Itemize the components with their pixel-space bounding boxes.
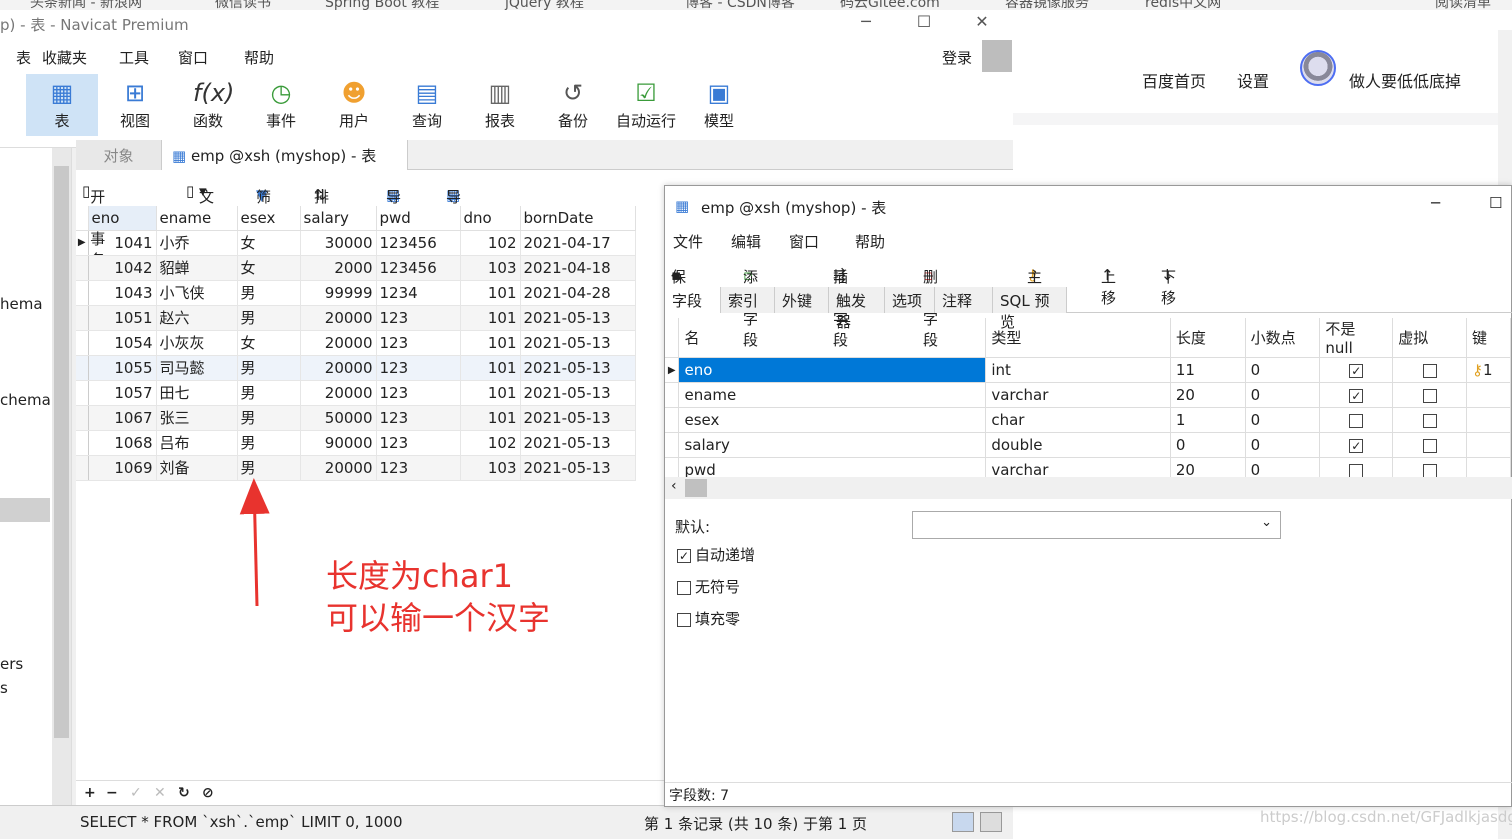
key-cell[interactable] — [1466, 407, 1511, 433]
option-checkbox-item[interactable]: 无符号 — [677, 576, 740, 597]
option-checkbox[interactable] — [677, 612, 691, 627]
design-title-bar: ▦ emp @xsh (myshop) - 表 ─ ☐ — [665, 186, 1512, 226]
not-null-checkbox[interactable]: ✓ — [1349, 363, 1364, 378]
virtual-checkbox-cell[interactable] — [1392, 382, 1468, 408]
key-cell[interactable]: ⚷1 — [1466, 357, 1511, 383]
not-null-checkbox-cell[interactable] — [1319, 407, 1394, 433]
field-length-cell[interactable]: 0 — [1170, 432, 1246, 458]
row-header[interactable] — [665, 382, 680, 408]
scroll-left-icon[interactable]: ‹ — [671, 478, 677, 494]
column-header[interactable]: 不是 null — [1319, 318, 1394, 358]
tab-options[interactable]: 选项 — [885, 287, 935, 313]
field-decimals-cell[interactable]: 0 — [1245, 382, 1321, 408]
option-checkbox-item[interactable]: ✓ 自动递增 — [677, 544, 755, 565]
field-type-cell[interactable]: double — [985, 432, 1171, 458]
key-icon: ⚷ — [1472, 361, 1484, 379]
field-count: 字段数: 7 — [669, 788, 730, 804]
maximize-icon[interactable]: ☐ — [1489, 194, 1502, 212]
field-decimals-cell[interactable]: 0 — [1245, 407, 1321, 433]
tab-comment[interactable]: 注释 — [935, 287, 993, 313]
menu-file[interactable]: 文件 — [673, 231, 703, 252]
field-row[interactable]: esex char 1 0 — [665, 407, 1511, 433]
tab-foreign-keys[interactable]: 外键 — [775, 287, 829, 313]
design-status-bar: 字段数: 7 — [665, 782, 1512, 807]
table-design-window: ▦ emp @xsh (myshop) - 表 ─ ☐ 文件 编辑 窗口 帮助 … — [664, 185, 1512, 807]
not-null-checkbox[interactable]: ✓ — [1349, 438, 1364, 453]
row-header[interactable] — [665, 432, 680, 458]
scrollbar-thumb[interactable] — [685, 479, 707, 497]
field-row[interactable]: ▶ eno int 11 0 ✓ ⚷1 — [665, 357, 1511, 383]
field-type-cell[interactable]: char — [985, 407, 1171, 433]
virtual-checkbox[interactable] — [1422, 413, 1437, 428]
virtual-checkbox[interactable] — [1422, 388, 1437, 403]
not-null-checkbox-cell[interactable]: ✓ — [1319, 357, 1394, 383]
key-order: 1 — [1483, 361, 1493, 379]
watermark: https://blog.csdn.net/GFJadlkjasdg — [1260, 808, 1512, 826]
tab-fields[interactable]: 字段 — [665, 287, 721, 313]
column-header[interactable]: 名 — [678, 318, 987, 358]
virtual-checkbox-cell[interactable] — [1392, 407, 1468, 433]
design-window-title: emp @xsh (myshop) - 表 — [701, 199, 887, 217]
annotation-arrow-up — [239, 478, 270, 607]
table-icon: ▦ — [675, 197, 690, 215]
virtual-checkbox-cell[interactable] — [1392, 432, 1468, 458]
default-label: 默认: — [675, 518, 711, 536]
field-name-cell[interactable]: ename — [678, 382, 987, 408]
row-header-corner — [665, 318, 680, 358]
field-decimals-cell[interactable]: 0 — [1245, 357, 1321, 383]
field-name-cell[interactable]: esex — [678, 407, 987, 433]
option-label: 自动递增 — [695, 546, 756, 564]
fields-horizontal-scrollbar[interactable]: ‹ — [665, 477, 1512, 499]
option-label: 填充零 — [695, 610, 741, 628]
column-header[interactable]: 类型 — [985, 318, 1171, 358]
tab-sql-preview[interactable]: SQL 预览 — [993, 287, 1067, 331]
option-checkbox[interactable]: ✓ — [677, 548, 691, 563]
field-name-cell[interactable]: eno — [678, 357, 987, 383]
not-null-checkbox[interactable] — [1349, 463, 1364, 478]
field-type-cell[interactable]: varchar — [985, 382, 1171, 408]
key-cell[interactable] — [1466, 382, 1511, 408]
field-row[interactable]: salary double 0 0 ✓ — [665, 432, 1511, 458]
option-checkbox[interactable] — [677, 580, 691, 595]
field-row[interactable]: ename varchar 20 0 ✓ — [665, 382, 1511, 408]
row-header[interactable]: ▶ — [665, 357, 680, 383]
column-header[interactable]: 虚拟 — [1392, 318, 1468, 358]
not-null-checkbox[interactable]: ✓ — [1349, 388, 1364, 403]
field-length-cell[interactable]: 1 — [1170, 407, 1246, 433]
tab-triggers[interactable]: 触发器 — [829, 287, 885, 331]
virtual-checkbox[interactable] — [1422, 463, 1437, 478]
default-value-select[interactable]: ⌄ — [912, 511, 1281, 539]
tab-indexes[interactable]: 索引 — [721, 287, 775, 313]
virtual-checkbox-cell[interactable] — [1392, 357, 1468, 383]
option-checkbox-item[interactable]: 填充零 — [677, 608, 740, 629]
column-header[interactable]: 小数点 — [1245, 318, 1321, 358]
field-length-cell[interactable]: 20 — [1170, 382, 1246, 408]
menu-help[interactable]: 帮助 — [855, 231, 885, 252]
not-null-checkbox-cell[interactable]: ✓ — [1319, 382, 1394, 408]
field-decimals-cell[interactable]: 0 — [1245, 432, 1321, 458]
design-toolbar: ▪ 保存 ▫添加字段 ⇶插入字段 ▫删除字段 ⚷ 主键 ↑ 上移 ↓ 下移 — [665, 258, 1512, 349]
menu-edit[interactable]: 编辑 — [731, 231, 761, 252]
field-type-cell[interactable]: int — [985, 357, 1171, 383]
not-null-checkbox[interactable] — [1349, 413, 1364, 428]
design-tabs: 字段 索引 外键 触发器 选项 注释 SQL 预览 — [665, 287, 1512, 331]
minimize-icon[interactable]: ─ — [1431, 194, 1440, 212]
not-null-checkbox-cell[interactable]: ✓ — [1319, 432, 1394, 458]
key-cell[interactable] — [1466, 432, 1511, 458]
field-length-cell[interactable]: 11 — [1170, 357, 1246, 383]
column-header[interactable]: 长度 — [1170, 318, 1246, 358]
row-header[interactable] — [665, 407, 680, 433]
fields-header-row: 名 类型 长度 小数点 不是 null 虚拟 键 — [665, 318, 1511, 358]
virtual-checkbox[interactable] — [1422, 438, 1437, 453]
field-name-cell[interactable]: salary — [678, 432, 987, 458]
chevron-down-icon: ⌄ — [1261, 515, 1272, 530]
fields-table: 名 类型 长度 小数点 不是 null 虚拟 键 ▶ eno int 11 0 ✓ ⚷1 en… — [665, 318, 1511, 483]
virtual-checkbox[interactable] — [1422, 363, 1437, 378]
menu-window[interactable]: 窗口 — [789, 231, 819, 252]
column-header[interactable]: 键 — [1466, 318, 1511, 358]
option-label: 无符号 — [695, 578, 741, 596]
